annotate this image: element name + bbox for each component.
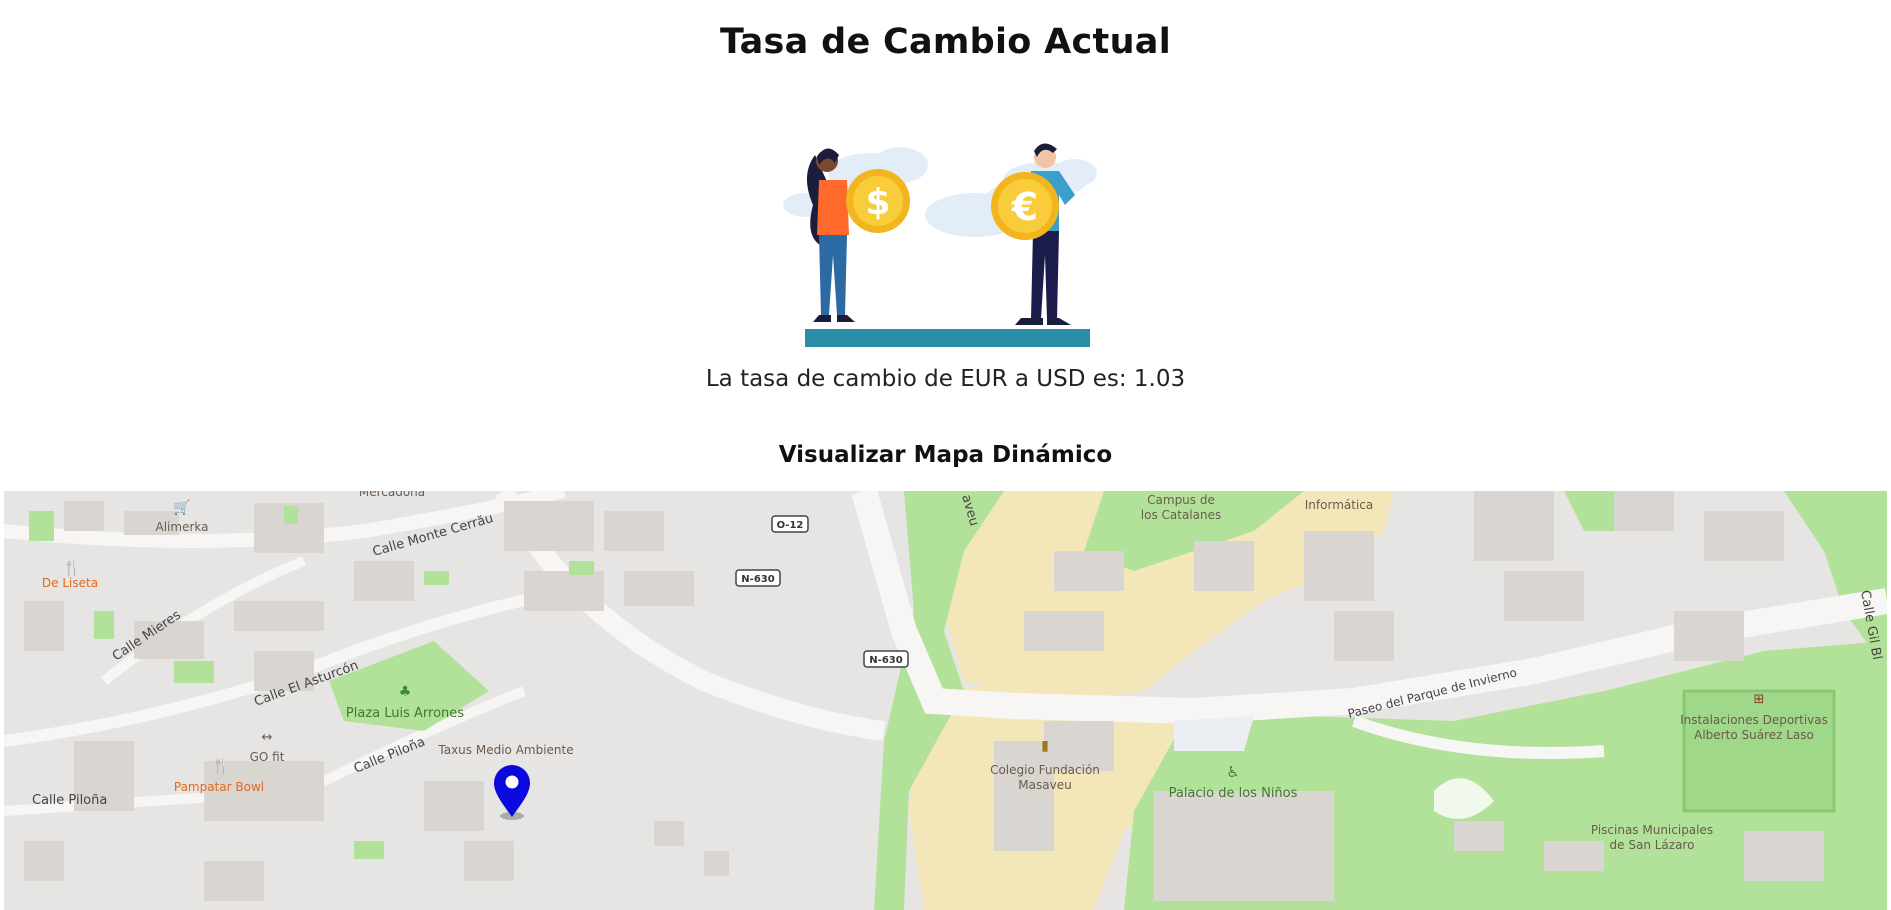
svg-text:N-630: N-630 bbox=[869, 655, 902, 666]
road-shield-o12: O-12 bbox=[771, 515, 809, 533]
map-label-campus-1: Campus de bbox=[1147, 493, 1215, 507]
school-icon: ▮ bbox=[1041, 738, 1049, 754]
map-label-campus-2: los Catalanes bbox=[1141, 508, 1221, 522]
map-label-instalaciones-1: Instalaciones Deportivas bbox=[1680, 713, 1828, 727]
restaurant-icon: 🍴 bbox=[212, 757, 231, 775]
restaurant-icon: 🍴 bbox=[63, 559, 82, 577]
map-label-colegio-1: Colegio Fundación bbox=[990, 763, 1100, 777]
euro-coin-icon: € bbox=[991, 172, 1059, 240]
exchange-rate-text: La tasa de cambio de EUR a USD es: 1.03 bbox=[705, 366, 1186, 392]
road-shield-n630-b: N-630 bbox=[863, 650, 909, 668]
svg-text:O-12: O-12 bbox=[777, 520, 804, 531]
dollar-coin-icon: $ bbox=[846, 169, 910, 233]
street-calle-pilona-2: Calle Piloña bbox=[32, 793, 107, 808]
svg-text:€: € bbox=[1011, 185, 1038, 229]
map-label-instalaciones-2: Alberto Suárez Laso bbox=[1694, 728, 1814, 742]
svg-text:$: $ bbox=[865, 182, 890, 223]
map-label-go-fit: GO fit bbox=[250, 750, 285, 764]
map-label-informatica: Informática bbox=[1305, 498, 1373, 512]
svg-text:N-630: N-630 bbox=[741, 574, 774, 585]
playground-icon: ♿ bbox=[1226, 763, 1239, 781]
sports-field bbox=[1682, 689, 1836, 813]
map-label-alimerka: Alimerka bbox=[156, 520, 209, 534]
page-title: Tasa de Cambio Actual bbox=[719, 22, 1172, 62]
gym-icon: ↔ bbox=[262, 730, 273, 745]
map-label-piscinas-1: Piscinas Municipales bbox=[1591, 823, 1713, 837]
tree-icon: ♣ bbox=[399, 684, 412, 700]
map-label-pampatar-bowl: Pampatar Bowl bbox=[174, 780, 264, 794]
map-label-mercadona: Mercadona bbox=[359, 491, 425, 499]
map-heading: Visualizar Mapa Dinámico bbox=[778, 442, 1113, 468]
map-label-plaza: Plaza Luis Arrones bbox=[346, 706, 464, 721]
shopping-cart-icon: 🛒 bbox=[173, 499, 190, 516]
ground-bar bbox=[805, 329, 1090, 347]
map-label-piscinas-2: de San Lázaro bbox=[1610, 838, 1695, 852]
dynamic-map[interactable]: O-12 N-630 N-630 🛒 🍴 🍴 ↔ ♣ ▮ ♿ ⊞ Mercado… bbox=[4, 491, 1887, 910]
map-label-palacio: Palacio de los Niños bbox=[1169, 786, 1298, 801]
map-label-colegio-2: Masaveu bbox=[1018, 778, 1071, 792]
map-label-taxus: Taxus Medio Ambiente bbox=[437, 743, 573, 757]
road-shield-n630-a: N-630 bbox=[735, 569, 781, 587]
map-label-de-liseta: De Liseta bbox=[42, 576, 98, 590]
exchange-illustration: $ € bbox=[775, 135, 1115, 350]
sports-icon: ⊞ bbox=[1754, 692, 1765, 707]
